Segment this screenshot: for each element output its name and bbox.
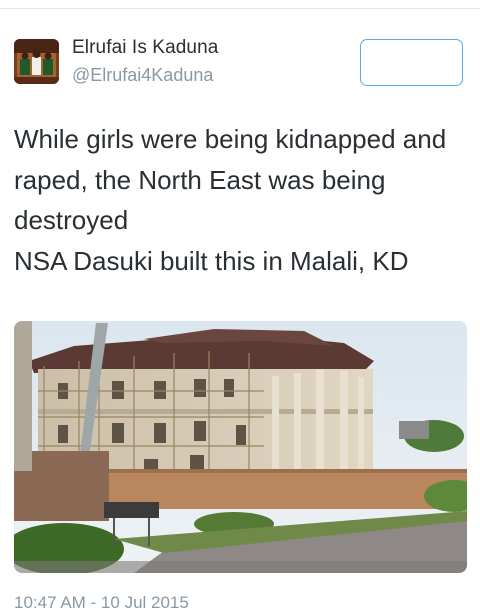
tweet-card: Elrufai Is Kaduna @Elrufai4Kaduna While … — [0, 8, 480, 612]
tweet-text: While girls were being kidnapped and rap… — [14, 119, 469, 281]
author-avatar[interactable] — [14, 39, 59, 84]
avatar-photo-icon — [14, 39, 59, 84]
follow-button[interactable] — [360, 39, 463, 86]
tweet-photo[interactable] — [14, 321, 467, 573]
tweet-text-line: destroyed — [14, 205, 129, 235]
mansion-photo-icon — [14, 321, 467, 573]
tweet-text-line: While girls were being kidnapped and — [14, 124, 447, 154]
tweet-timestamp[interactable]: 10:47 AM - 10 Jul 2015 — [14, 593, 189, 613]
author-handle[interactable]: @Elrufai4Kaduna — [72, 65, 213, 86]
author-display-name[interactable]: Elrufai Is Kaduna — [72, 37, 218, 59]
tweet-text-line: NSA Dasuki built this in Malali, KD — [14, 245, 409, 276]
tweet-text-line: raped, the North East was being — [14, 164, 386, 195]
